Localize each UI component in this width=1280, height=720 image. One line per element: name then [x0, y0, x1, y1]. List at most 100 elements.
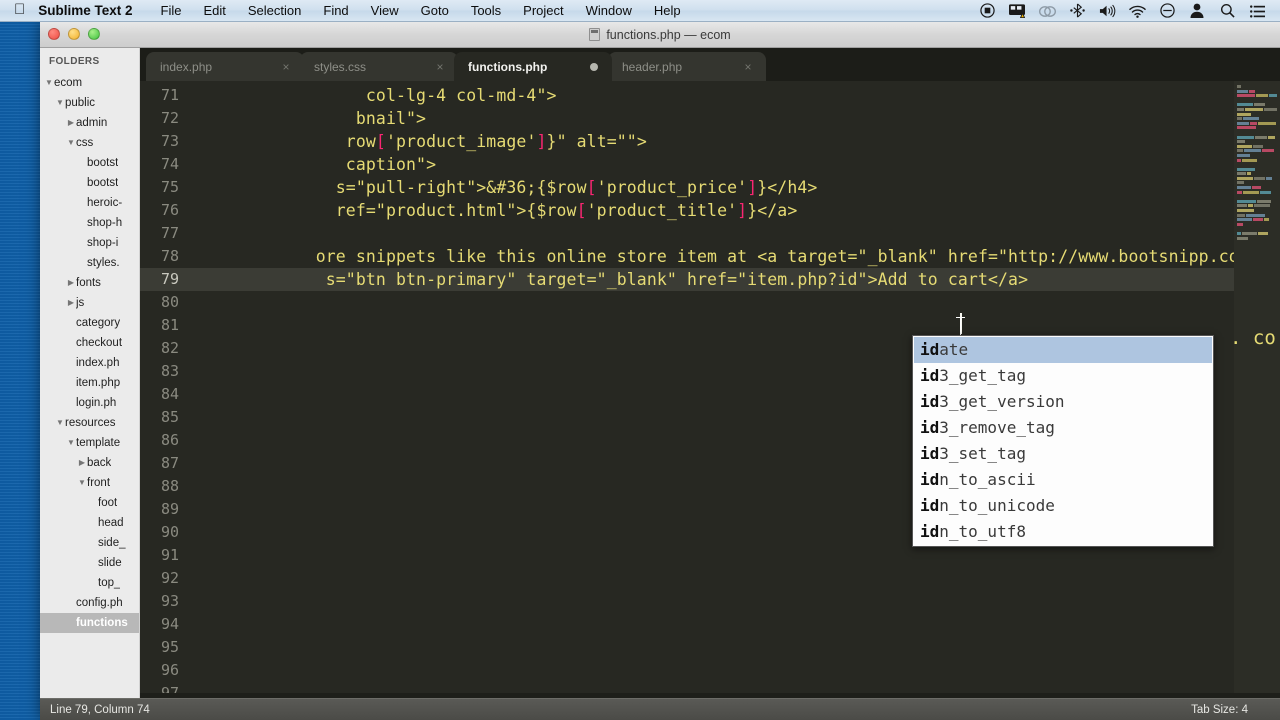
autocomplete-item[interactable]: id3_get_version [914, 389, 1212, 415]
twisty-closed-icon[interactable] [66, 113, 76, 133]
autocomplete-item[interactable]: id3_set_tag [914, 441, 1212, 467]
screen-recording-icon[interactable] [972, 3, 1002, 19]
menu-item-goto[interactable]: Goto [410, 3, 460, 18]
code-line[interactable] [188, 659, 1234, 682]
code-line[interactable] [188, 291, 1234, 314]
tree-item-ecom[interactable]: ecom [40, 73, 139, 93]
bluetooth-share-icon[interactable] [1062, 3, 1092, 19]
tab-styles-css[interactable]: styles.css × [300, 52, 458, 81]
tree-item-template[interactable]: template [40, 433, 139, 453]
menu-item-tools[interactable]: Tools [460, 3, 512, 18]
twisty-open-icon[interactable] [55, 413, 65, 433]
tree-item-slide[interactable]: slide [40, 553, 139, 573]
active-app-name[interactable]: Sublime Text 2 [38, 3, 149, 18]
autocomplete-item[interactable]: id3_remove_tag [914, 415, 1212, 441]
close-tab-icon[interactable]: × [278, 60, 294, 74]
code-minimap[interactable]: . co [1234, 81, 1280, 698]
minimize-button[interactable] [68, 28, 80, 40]
tree-item-resources[interactable]: resources [40, 413, 139, 433]
close-tab-icon[interactable]: × [432, 60, 448, 74]
tree-item-heroic-[interactable]: heroic- [40, 193, 139, 213]
autocomplete-item[interactable]: idn_to_unicode [914, 493, 1212, 519]
display-warning-icon[interactable] [1002, 3, 1032, 19]
window-title-bar[interactable]: functions.php — ecom [40, 22, 1280, 48]
tree-item-category[interactable]: category [40, 313, 139, 333]
tree-item-index-ph[interactable]: index.ph [40, 353, 139, 373]
tree-item-shop-i[interactable]: shop-i [40, 233, 139, 253]
tree-item-bootst[interactable]: bootst [40, 153, 139, 173]
code-line[interactable]: bnail"> [188, 107, 1234, 130]
spotlight-search-icon[interactable] [1212, 3, 1242, 19]
menu-item-project[interactable]: Project [512, 3, 574, 18]
code-line[interactable]: s="pull-right">&#36;{$row['product_price… [188, 176, 1234, 199]
do-not-disturb-icon[interactable] [1152, 3, 1182, 19]
tree-item-functions[interactable]: functions [40, 613, 139, 633]
file-tree[interactable]: ecom public admin css bootst bootst heroic-sho… [40, 73, 139, 633]
code-line[interactable]: caption"> [188, 153, 1234, 176]
autocomplete-item[interactable]: idn_to_utf8 [914, 519, 1212, 545]
tree-item-styles-[interactable]: styles. [40, 253, 139, 273]
tree-item-public[interactable]: public [40, 93, 139, 113]
close-button[interactable] [48, 28, 60, 40]
tab-index-php[interactable]: index.php × [146, 52, 304, 81]
tree-item-item-php[interactable]: item.php [40, 373, 139, 393]
wifi-icon[interactable] [1122, 3, 1152, 18]
code-line[interactable] [188, 222, 1234, 245]
tree-item-side-[interactable]: side_ [40, 533, 139, 553]
tree-item-top-[interactable]: top_ [40, 573, 139, 593]
code-line[interactable]: col-lg-4 col-md-4"> [188, 84, 1234, 107]
tab-size-status[interactable]: Tab Size: 4 [1191, 704, 1266, 716]
tree-item-head[interactable]: head [40, 513, 139, 533]
code-line[interactable]: s="btn btn-primary" target="_blank" href… [188, 268, 1234, 291]
tree-item-front[interactable]: front [40, 473, 139, 493]
zoom-button[interactable] [88, 28, 100, 40]
tab-bar[interactable]: index.php × styles.css × functions.php header… [140, 48, 1280, 81]
menu-item-selection[interactable]: Selection [237, 3, 312, 18]
folders-sidebar[interactable]: FOLDERS ecom public admin css bootst bootst he… [40, 48, 140, 698]
autocomplete-item[interactable]: idn_to_ascii [914, 467, 1212, 493]
menu-item-file[interactable]: File [150, 3, 193, 18]
twisty-open-icon[interactable] [66, 133, 76, 153]
code-line[interactable] [188, 544, 1234, 567]
close-tab-icon[interactable]: × [740, 60, 756, 74]
tab-header-php[interactable]: header.php × [608, 52, 766, 81]
twisty-closed-icon[interactable] [77, 453, 87, 473]
twisty-closed-icon[interactable] [66, 293, 76, 313]
twisty-closed-icon[interactable] [66, 273, 76, 293]
menu-item-window[interactable]: Window [575, 3, 643, 18]
autocomplete-popup[interactable]: idate id3_get_tag id3_get_version id3_remov… [912, 335, 1214, 547]
user-account-icon[interactable] [1182, 3, 1212, 19]
twisty-open-icon[interactable] [44, 73, 54, 93]
twisty-open-icon[interactable] [66, 433, 76, 453]
tree-item-foot[interactable]: foot [40, 493, 139, 513]
code-line[interactable]: ref="product.html">{$row['product_title'… [188, 199, 1234, 222]
creative-cloud-icon[interactable] [1032, 3, 1062, 18]
code-line[interactable]: row['product_image']}" alt=""> [188, 130, 1234, 153]
twisty-open-icon[interactable] [77, 473, 87, 493]
notification-center-icon[interactable] [1242, 3, 1272, 18]
volume-icon[interactable] [1092, 3, 1122, 18]
tree-item-login-ph[interactable]: login.ph [40, 393, 139, 413]
twisty-open-icon[interactable] [55, 93, 65, 113]
apple-logo-icon[interactable]:  [0, 2, 38, 17]
autocomplete-item[interactable]: id3_get_tag [914, 363, 1212, 389]
code-line[interactable] [188, 590, 1234, 613]
code-line[interactable] [188, 567, 1234, 590]
menu-item-help[interactable]: Help [643, 3, 692, 18]
tree-item-admin[interactable]: admin [40, 113, 139, 133]
unsaved-changes-icon[interactable] [590, 62, 598, 71]
tree-item-config-ph[interactable]: config.ph [40, 593, 139, 613]
tab-functions-php[interactable]: functions.php [454, 52, 612, 81]
tree-item-bootst[interactable]: bootst [40, 173, 139, 193]
menu-item-view[interactable]: View [360, 3, 410, 18]
tree-item-checkout[interactable]: checkout [40, 333, 139, 353]
tree-item-js[interactable]: js [40, 293, 139, 313]
menu-item-find[interactable]: Find [312, 3, 359, 18]
tree-item-shop-h[interactable]: shop-h [40, 213, 139, 233]
code-line[interactable] [188, 636, 1234, 659]
autocomplete-item[interactable]: idate [914, 337, 1212, 363]
menu-item-edit[interactable]: Edit [192, 3, 236, 18]
tree-item-css[interactable]: css [40, 133, 139, 153]
code-editor[interactable]: 71 72 73 74 75 76 77 78 79 80 81 82 83 84 85 86 87 88 89 90… [140, 81, 1280, 698]
tree-item-fonts[interactable]: fonts [40, 273, 139, 293]
